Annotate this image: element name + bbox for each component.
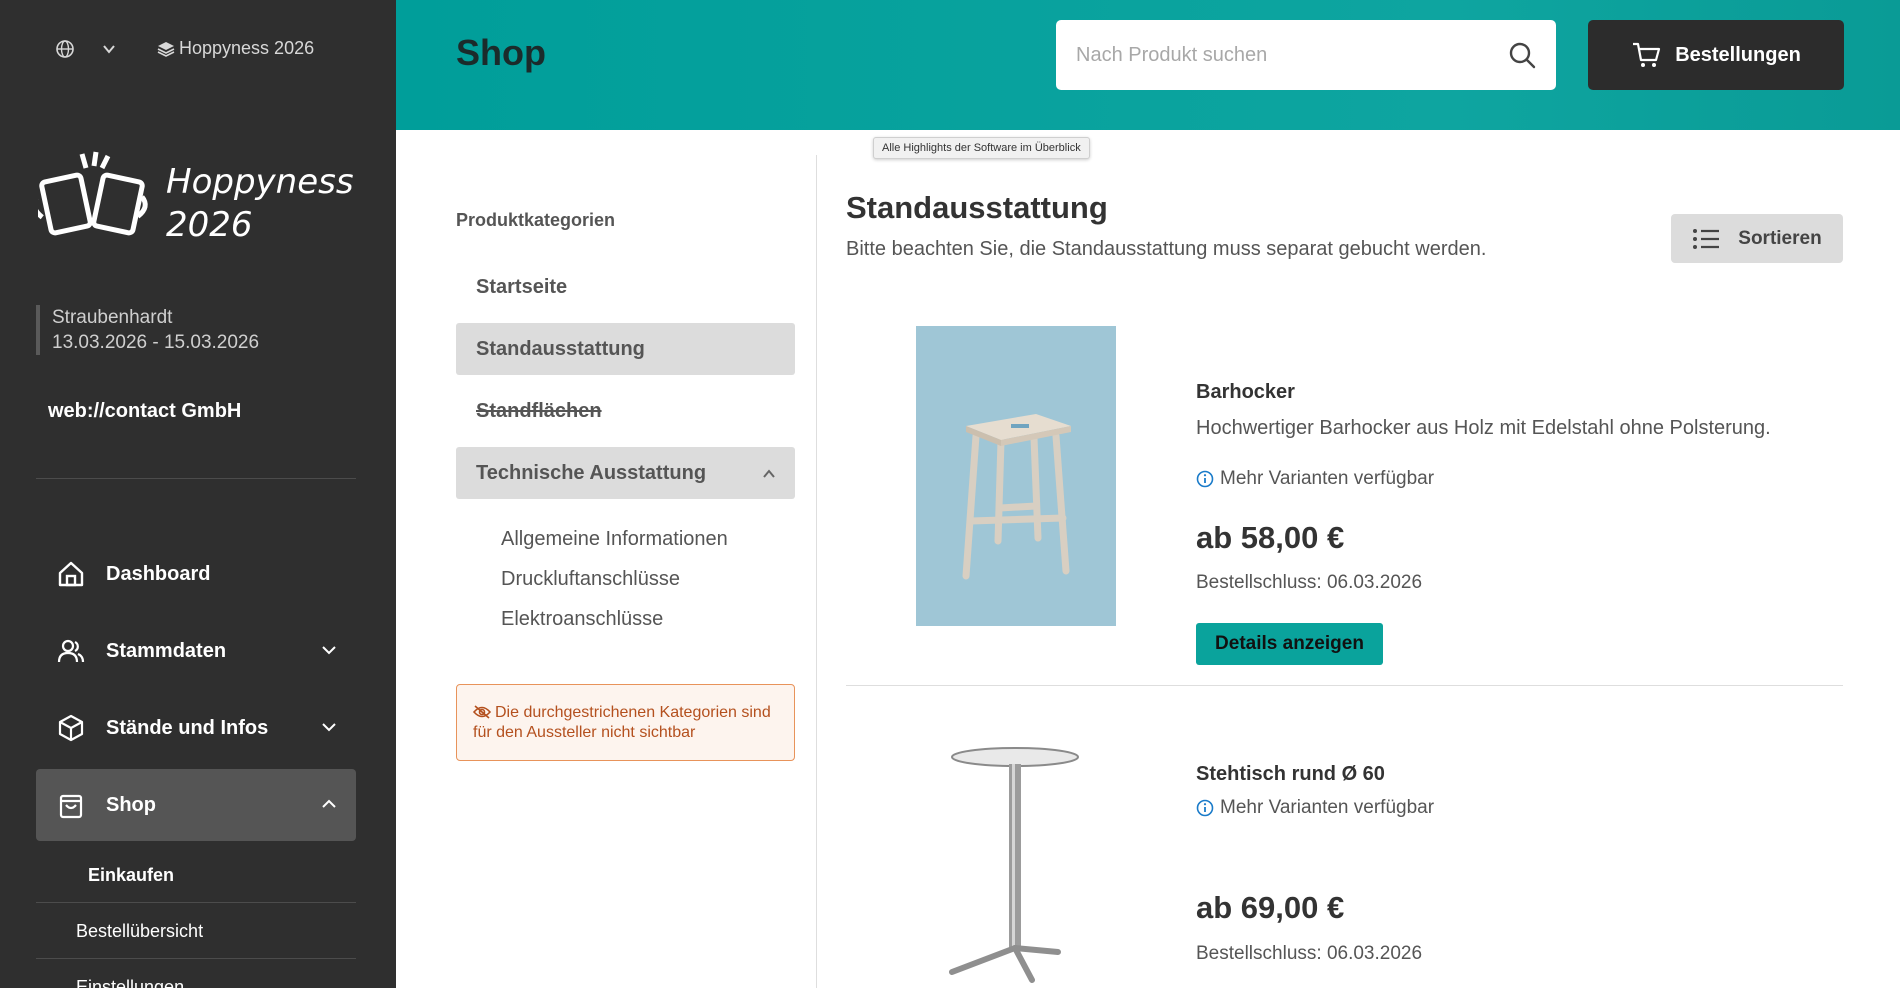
nav-stammdaten-label: Stammdaten: [106, 639, 227, 662]
nav-staende-label: Stände und Infos: [106, 716, 269, 739]
orders-button-label: Bestellungen: [1675, 43, 1801, 66]
subnav-einstellungen[interactable]: Einstellungen: [36, 960, 356, 988]
product-variants-text: Mehr Varianten verfügbar: [1220, 797, 1435, 818]
product-name: Stehtisch rund Ø 60: [1196, 763, 1385, 785]
categories-title: Produktkategorien: [456, 210, 616, 230]
sidebar-topbar: Hoppyness 2026: [55, 38, 314, 59]
content-divider: [816, 155, 817, 988]
event-selector[interactable]: Hoppyness 2026: [157, 38, 314, 59]
product-description: Hochwertiger Barhocker aus Holz mit Edel…: [1196, 417, 1771, 439]
category-technische-ausstattung[interactable]: Technische Ausstattung: [456, 447, 795, 499]
list-icon: [1693, 228, 1720, 249]
category-startseite[interactable]: Startseite: [456, 261, 795, 313]
info-icon: [1196, 470, 1214, 488]
home-icon: [56, 559, 86, 589]
globe-icon[interactable]: [55, 39, 75, 59]
product-price: ab 69,00 €: [1196, 890, 1345, 925]
category-technische-ausstattung-label: Technische Ausstattung: [476, 461, 707, 484]
sidebar: Hoppyness 2026 Hoppyness 2026 Straubenha…: [0, 0, 396, 988]
nav-shop-label: Shop: [106, 793, 156, 816]
users-icon: [56, 636, 86, 666]
nav-dashboard[interactable]: Dashboard: [36, 538, 356, 610]
eye-slash-icon: [472, 705, 492, 719]
event-dates: 13.03.2026 - 15.03.2026: [52, 332, 260, 353]
logo-text-line2: 2026: [166, 205, 253, 245]
tooltip: Alle Highlights der Software im Überblic…: [873, 137, 1090, 159]
product-name: Barhocker: [1196, 381, 1295, 403]
subcategory-druckluftanschluesse[interactable]: Druckluftanschlüsse: [501, 568, 680, 591]
layers-icon: [157, 41, 175, 57]
orders-button[interactable]: Bestellungen: [1588, 20, 1844, 90]
chevron-up-icon: [761, 465, 777, 481]
category-standflaechen[interactable]: Standflächen: [456, 385, 795, 437]
event-name: Hoppyness 2026: [179, 38, 315, 58]
company-name: web://contact GmbH: [48, 400, 242, 422]
shopping-bag-icon: [56, 790, 86, 820]
subcategory-elektroanschluesse[interactable]: Elektroanschlüsse: [501, 608, 663, 631]
search-input[interactable]: [1076, 43, 1508, 67]
category-heading: Standausstattung: [846, 190, 1108, 225]
search-icon[interactable]: [1508, 41, 1536, 69]
search-box[interactable]: [1056, 20, 1556, 90]
nav-dashboard-label: Dashboard: [106, 562, 211, 585]
event-logo: Hoppyness 2026: [31, 148, 358, 248]
product-variants: Mehr Varianten verfügbar: [1196, 468, 1434, 490]
product-price: ab 58,00 €: [1196, 520, 1345, 555]
product-deadline: Bestellschluss: 06.03.2026: [1196, 943, 1423, 964]
info-icon: [1196, 799, 1214, 817]
box-icon: [56, 713, 86, 743]
category-subheading: Bitte beachten Sie, die Standausstattung…: [846, 238, 1487, 260]
subnav-einkaufen[interactable]: Einkaufen: [36, 848, 356, 903]
nav-shop[interactable]: Shop: [36, 769, 356, 841]
subcategory-allgemeine-informationen[interactable]: Allgemeine Informationen: [501, 528, 728, 551]
sidebar-divider: [36, 478, 356, 479]
product-variants-text: Mehr Varianten verfügbar: [1220, 468, 1435, 489]
subnav-bestelluebersicht[interactable]: Bestellübersicht: [36, 904, 356, 959]
event-info: Straubenhardt 13.03.2026 - 15.03.2026: [36, 305, 259, 355]
chevron-down-icon[interactable]: [101, 41, 117, 57]
chevron-up-icon: [320, 795, 338, 813]
nav-staende[interactable]: Stände und Infos: [36, 692, 356, 764]
sort-button-label: Sortieren: [1738, 227, 1822, 249]
product-image-stehtisch[interactable]: [940, 740, 1090, 988]
hidden-categories-notice: Die durchgestrichenen Kategorien sind fü…: [456, 684, 795, 761]
cart-icon: [1633, 42, 1661, 67]
page-header: Shop Bestellungen: [396, 0, 1900, 130]
page-title: Shop: [456, 32, 546, 73]
event-location: Straubenhardt: [52, 307, 173, 328]
details-button[interactable]: Details anzeigen: [1196, 623, 1383, 665]
logo-text-line1: Hoppyness: [166, 162, 354, 202]
sort-button[interactable]: Sortieren: [1671, 214, 1843, 263]
product-deadline: Bestellschluss: 06.03.2026: [1196, 572, 1423, 593]
category-standausstattung[interactable]: Standausstattung: [456, 323, 795, 375]
notice-text: Die durchgestrichenen Kategorien sind fü…: [473, 704, 771, 741]
nav-stammdaten[interactable]: Stammdaten: [36, 615, 356, 687]
product-image-barhocker[interactable]: [916, 326, 1116, 626]
chevron-down-icon: [320, 641, 338, 659]
product-separator: [846, 685, 1843, 686]
product-variants: Mehr Varianten verfügbar: [1196, 797, 1434, 819]
chevron-down-icon: [320, 718, 338, 736]
